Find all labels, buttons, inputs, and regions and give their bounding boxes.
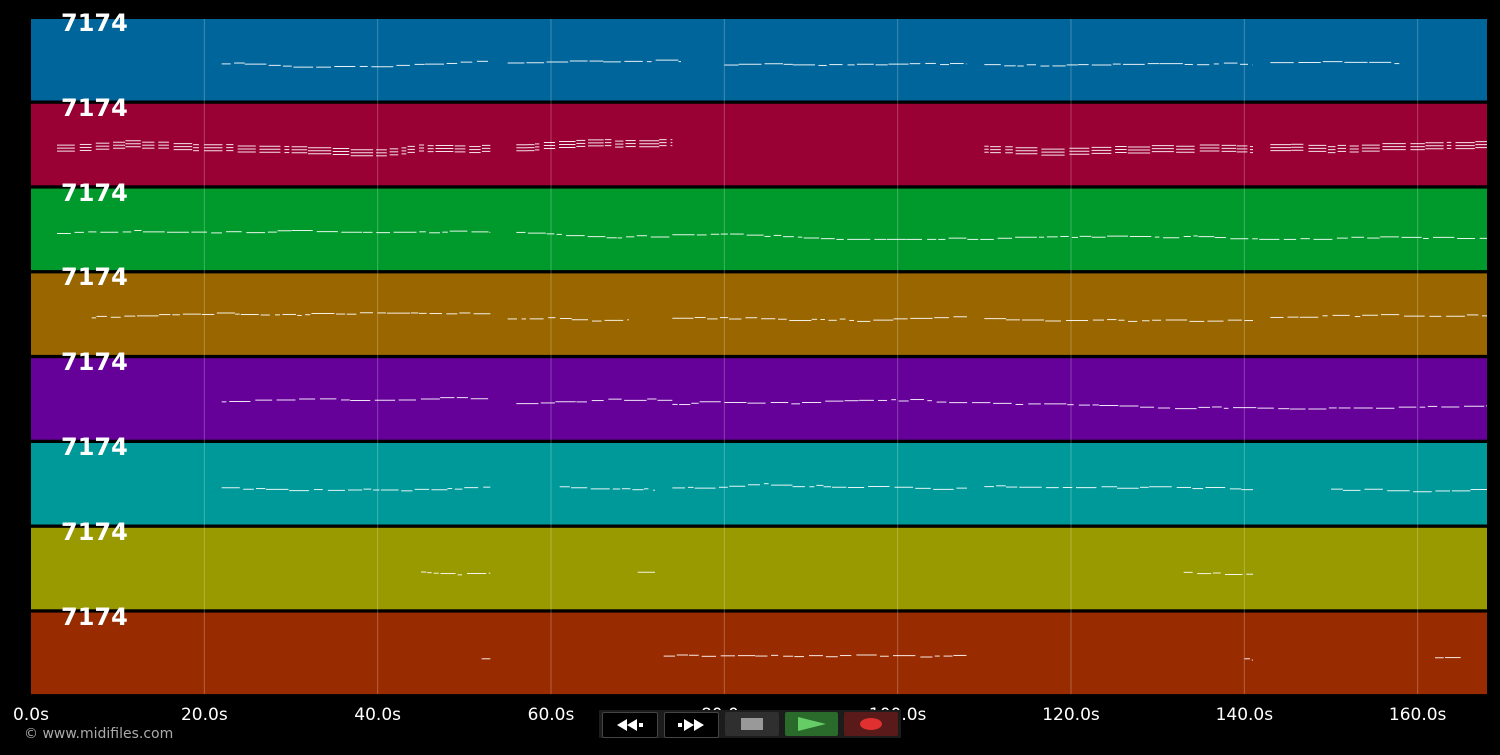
track-lane-7[interactable] <box>31 527 1487 610</box>
track-lane-2[interactable] <box>31 103 1487 186</box>
record-icon <box>860 718 883 730</box>
track-lane-8[interactable] <box>31 612 1487 695</box>
stop-button[interactable] <box>725 712 779 736</box>
time-tick-label: 140.0s <box>1215 705 1274 725</box>
track-lane-5[interactable] <box>31 358 1487 440</box>
time-tick-label: 160.0s <box>1388 705 1447 725</box>
fast-forward-icon <box>678 719 705 731</box>
track-label: 7174 <box>61 433 128 461</box>
track-label: 7174 <box>61 602 128 631</box>
play-button[interactable] <box>784 712 839 736</box>
rewind-icon <box>616 719 643 731</box>
track-label: 7174 <box>61 178 128 207</box>
transport-bar <box>599 710 901 738</box>
time-tick-label: 20.0s <box>180 705 228 725</box>
track-label: 7174 <box>61 348 128 377</box>
rewind-button[interactable] <box>602 712 658 738</box>
fast-forward-button[interactable] <box>663 712 720 738</box>
record-button[interactable] <box>844 712 898 736</box>
time-tick-label: 0.0s <box>13 705 49 725</box>
track-lane-1[interactable] <box>31 19 1487 101</box>
track-label: 7174 <box>61 93 128 122</box>
time-tick-label: 120.0s <box>1042 705 1100 725</box>
piano-roll[interactable] <box>0 0 1500 700</box>
play-icon <box>797 717 826 731</box>
copyright-text: © www.midifiles.com <box>24 726 174 742</box>
stop-icon <box>740 718 763 730</box>
track-lane-3[interactable] <box>31 188 1487 271</box>
track-label: 7174 <box>61 517 128 546</box>
time-tick-label: 60.0s <box>527 705 575 725</box>
track-lane-6[interactable] <box>31 443 1487 525</box>
time-tick-label: 40.0s <box>354 705 402 725</box>
track-label: 7174 <box>61 9 128 37</box>
track-label: 7174 <box>61 263 128 292</box>
